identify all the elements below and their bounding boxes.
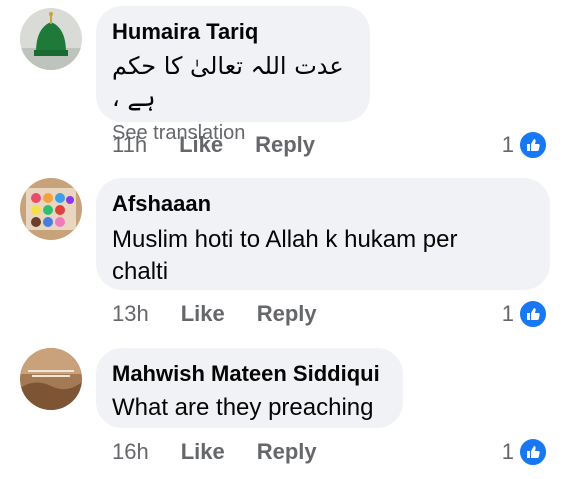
comment-actions: 13h Like Reply — [112, 301, 317, 327]
thumbs-up-icon — [518, 299, 548, 329]
comment-text: عدت اللہ تعالیٰ کا حکم ہے ، — [112, 52, 344, 112]
reaction-count-number: 1 — [501, 132, 514, 157]
thumbs-up-icon — [518, 130, 548, 160]
comment-text-line: Muslim hoti to Allah k hukam per — [112, 226, 458, 253]
comment-bubble: Afshaaan Muslim hoti to Allah k hukam pe… — [96, 178, 550, 290]
comment-bubble: Humaira Tariq عدت اللہ تعالیٰ کا حکم ہے … — [96, 6, 370, 144]
eyeshadow-palette-icon — [20, 178, 82, 240]
comment-text-line: chalti — [112, 258, 169, 285]
like-button[interactable]: Like — [181, 301, 225, 327]
like-button[interactable]: Like — [179, 132, 223, 158]
author-name[interactable]: Mahwish Mateen Siddiqui — [112, 360, 387, 388]
thumbs-up-icon — [518, 437, 548, 467]
comment-bubble: Mahwish Mateen Siddiqui What are they pr… — [96, 348, 403, 428]
author-name[interactable]: Afshaaan — [112, 190, 534, 218]
reply-button[interactable]: Reply — [257, 301, 317, 327]
reply-button[interactable]: Reply — [257, 439, 317, 465]
reply-button[interactable]: Reply — [255, 132, 315, 158]
timestamp[interactable]: 13h — [112, 301, 149, 327]
comment-actions: 16h Like Reply — [112, 439, 317, 465]
timestamp[interactable]: 11h — [112, 132, 147, 158]
avatar[interactable] — [20, 178, 82, 240]
timestamp[interactable]: 16h — [112, 439, 149, 465]
reaction-count[interactable]: 1 — [502, 437, 548, 467]
green-dome-icon — [20, 8, 82, 70]
comment-text: Muslim hoti to Allah k hukam per chalti — [112, 224, 534, 288]
avatar[interactable] — [20, 348, 82, 410]
comment-actions: 11h Like Reply — [112, 132, 315, 158]
comment-text: What are they preaching — [112, 394, 374, 421]
reaction-count[interactable]: 1 — [502, 299, 548, 329]
reaction-count-number: 1 — [501, 439, 514, 464]
brown-photo-icon — [20, 348, 82, 410]
reaction-count[interactable]: 1 — [502, 130, 548, 160]
author-name[interactable]: Humaira Tariq — [112, 18, 354, 46]
reaction-count-number: 1 — [501, 301, 514, 326]
like-button[interactable]: Like — [181, 439, 225, 465]
avatar[interactable] — [20, 8, 82, 70]
